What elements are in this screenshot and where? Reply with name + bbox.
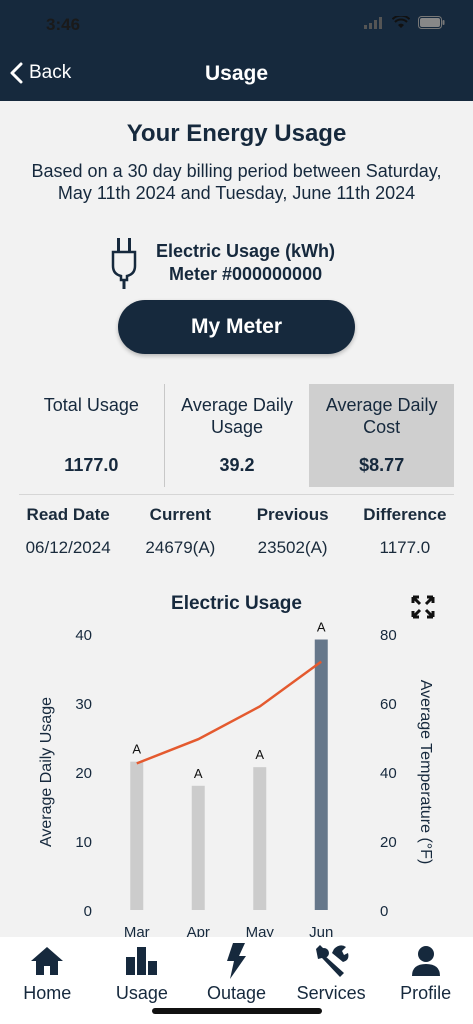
stat-value: $8.77 — [359, 455, 405, 475]
expand-icon[interactable] — [411, 595, 435, 619]
bar-data-label: A — [317, 620, 326, 635]
stat-total-usage[interactable]: Total Usage 1177.0 — [19, 384, 164, 487]
y-tick-label: 20 — [75, 765, 92, 782]
battery-icon — [418, 16, 445, 29]
home-indicator — [152, 1008, 322, 1014]
y2-tick-label: 80 — [380, 627, 397, 644]
lightning-icon — [227, 943, 247, 979]
meter-info: Electric Usage (kWh) Meter #000000000 — [110, 236, 335, 290]
readings-header-row: Read Date Current Previous Difference — [12, 505, 461, 525]
x-tick-label: Mar — [124, 924, 150, 937]
y2-axis-label: Average Temperature (°F) — [417, 680, 434, 865]
y2-tick-label: 20 — [380, 834, 397, 851]
tab-label: Services — [296, 983, 366, 1003]
electric-usage-chart: 0 10 20 30 40 0 20 40 60 80 Average Daily Usage Ave… — [38, 620, 434, 937]
bar-data-label: A — [194, 766, 203, 781]
meter-type: Electric Usage (kWh) — [156, 241, 336, 261]
header-difference: Difference — [363, 505, 447, 524]
usage-heading: Your Energy Usage — [126, 120, 347, 147]
my-meter-button[interactable]: My Meter — [118, 300, 355, 354]
stat-label: Average Daily Usage — [181, 395, 293, 437]
value-previous: 23502(A) — [257, 538, 328, 557]
home-icon — [31, 947, 64, 975]
header-previous: Previous — [256, 505, 329, 524]
stat-average-daily-cost[interactable]: Average Daily Cost $8.77 — [309, 384, 455, 487]
wrench-icon — [316, 945, 349, 977]
signal-icon — [364, 16, 382, 29]
page-title: Usage — [204, 62, 269, 85]
tab-label: Home — [23, 983, 72, 1003]
value-current: 24679(A) — [145, 538, 216, 557]
bar-data-label: A — [255, 747, 264, 762]
y-tick-label: 40 — [75, 627, 92, 644]
billing-period-text: Based on a 30 day billing period between… — [31, 161, 442, 203]
usage-bar — [253, 767, 267, 910]
divider — [19, 494, 454, 495]
tab-profile[interactable]: Profile — [378, 937, 473, 1024]
readings-value-row: 06/12/2024 24679(A) 23502(A) 1177.0 — [12, 538, 461, 558]
status-icons — [364, 16, 445, 29]
tab-label: Outage — [206, 983, 266, 1003]
y-tick-label: 30 — [75, 696, 92, 713]
meter-number: Meter #000000000 — [168, 264, 323, 284]
stat-label: Average Daily Cost — [325, 395, 438, 437]
header-current: Current — [149, 505, 212, 524]
usage-bar — [314, 639, 328, 910]
y-tick-label: 0 — [84, 903, 92, 920]
stat-label: Total Usage — [43, 395, 139, 415]
x-tick-label: May — [246, 924, 275, 937]
meter-text: Electric Usage (kWh) Meter #000000000 — [156, 240, 335, 286]
y-axis-label: Average Daily Usage — [38, 697, 55, 847]
y2-tick-label: 0 — [380, 903, 388, 920]
y-tick-label: 10 — [75, 834, 92, 851]
x-tick-label: Apr — [187, 924, 210, 937]
plug-icon — [111, 238, 137, 289]
stat-value: 39.2 — [219, 455, 255, 475]
bar-chart-icon — [125, 947, 157, 975]
stat-average-daily-usage[interactable]: Average Daily Usage 39.2 — [163, 384, 310, 487]
header-read-date: Read Date — [26, 505, 110, 524]
value-read-date: 06/12/2024 — [25, 538, 111, 557]
usage-stats: Total Usage 1177.0 Average Daily Usage 3… — [19, 384, 455, 487]
usage-bar — [130, 761, 144, 910]
tab-label: Usage — [115, 983, 168, 1003]
tab-home[interactable]: Home — [0, 937, 95, 1024]
header: 3:46 Back Usage — [0, 0, 473, 101]
wifi-icon — [392, 16, 410, 28]
x-tick-label: Jun — [309, 924, 333, 937]
chart-title: Electric Usage — [171, 593, 302, 614]
stat-value: 1177.0 — [64, 455, 119, 475]
value-difference: 1177.0 — [379, 538, 431, 557]
person-icon — [411, 946, 440, 976]
status-time: 3:46 — [46, 15, 81, 34]
y2-tick-label: 40 — [380, 765, 397, 782]
y2-tick-label: 60 — [380, 696, 397, 713]
meter-readings-table: Read Date Current Previous Difference 06… — [12, 505, 461, 558]
temperature-line — [136, 660, 322, 765]
bar-data-label: A — [132, 742, 141, 757]
usage-bar — [191, 785, 205, 910]
tab-label: Profile — [400, 983, 452, 1003]
